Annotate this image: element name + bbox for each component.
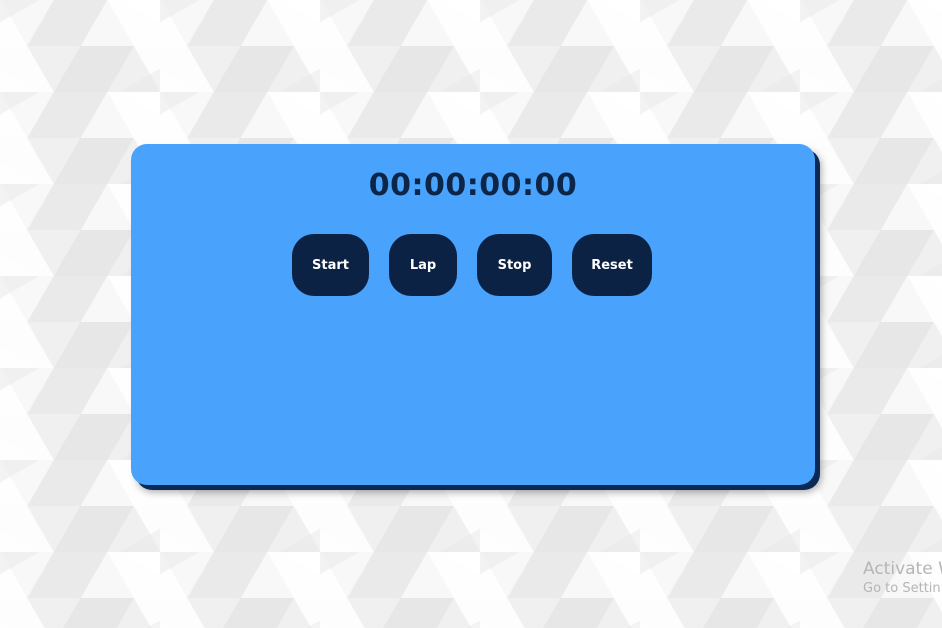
lap-button[interactable]: Lap xyxy=(389,234,457,296)
reset-button[interactable]: Reset xyxy=(572,234,652,296)
stop-button[interactable]: Stop xyxy=(477,234,552,296)
activate-windows-watermark: Activate W Go to Settin xyxy=(863,558,942,598)
activate-windows-subtitle: Go to Settin xyxy=(863,581,941,596)
activate-windows-title: Activate W xyxy=(863,559,942,579)
time-display: 00:00:00:00 xyxy=(368,168,578,203)
stopwatch-card: 00:00:00:00 Start Lap Stop Reset xyxy=(131,144,815,485)
start-button[interactable]: Start xyxy=(292,234,369,296)
